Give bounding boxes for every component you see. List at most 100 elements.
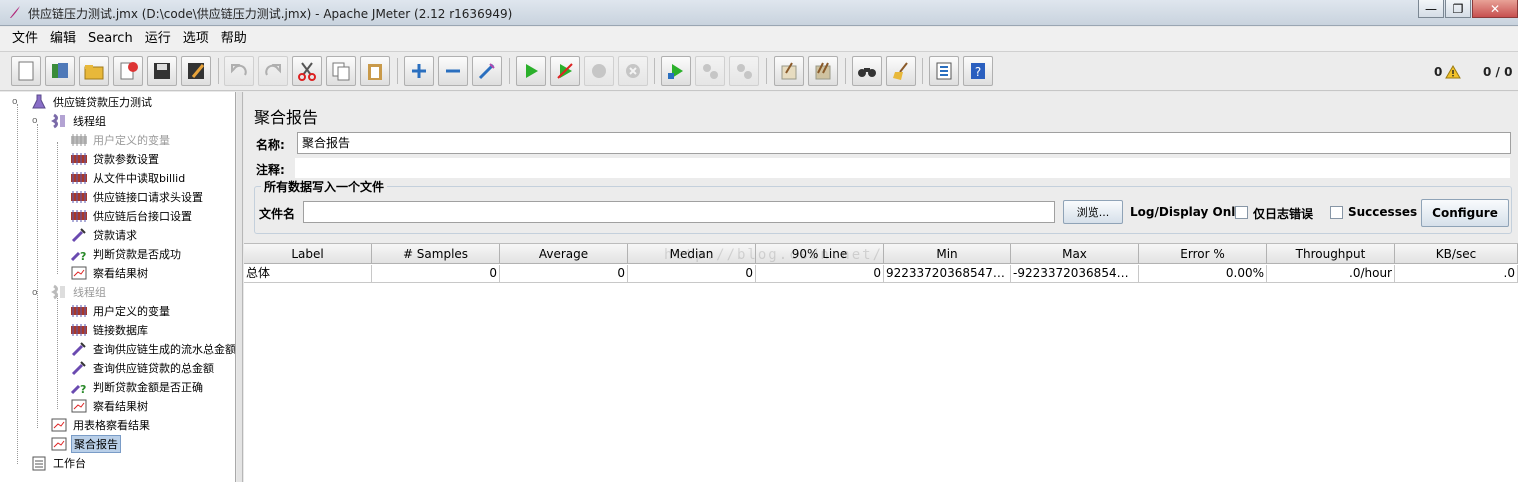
undo-button[interactable] — [224, 56, 254, 86]
thread-group-icon — [50, 284, 68, 300]
cell-kb-sec: .0 — [1395, 265, 1518, 283]
column-header-max[interactable]: Max — [1011, 244, 1139, 264]
scissors-icon — [298, 62, 316, 81]
column-header-kb-sec[interactable]: KB/sec — [1395, 244, 1518, 264]
comment-field[interactable] — [294, 157, 1511, 179]
paste-button[interactable] — [360, 56, 390, 86]
listener-graph-icon — [70, 398, 88, 414]
tree-node-aggregate-report[interactable]: 聚合报告 — [50, 435, 121, 453]
play-icon — [526, 64, 538, 78]
save-as-icon — [188, 63, 205, 79]
save-button[interactable] — [147, 56, 177, 86]
name-field[interactable]: 聚合报告 — [297, 132, 1511, 154]
close-button[interactable]: ✕ — [1472, 0, 1518, 18]
tree-node-results-tree-1[interactable]: 察看结果树 — [70, 264, 150, 282]
tree-node-db-connection[interactable]: 链接数据库 — [70, 321, 150, 339]
start-button[interactable] — [516, 56, 546, 86]
shutdown-icon — [626, 64, 640, 78]
help-button[interactable]: ? — [963, 56, 993, 86]
shutdown-button[interactable] — [618, 56, 648, 86]
tree-node-workbench[interactable]: 工作台 — [30, 454, 88, 472]
column-header-throughput[interactable]: Throughput — [1267, 244, 1395, 264]
tree-node-loan-request[interactable]: 贷款请求 — [70, 226, 139, 244]
tree-node-header-settings[interactable]: 供应链接口请求头设置 — [70, 188, 205, 206]
tree-node-thread-group-2[interactable]: 线程组 — [50, 283, 108, 301]
menu-options[interactable]: 选项 — [177, 28, 215, 50]
tree-node-user-variables[interactable]: 用户定义的变量 — [70, 131, 172, 149]
cut-button[interactable] — [292, 56, 322, 86]
toolbar-separator — [218, 58, 219, 84]
warning-icon[interactable] — [1445, 65, 1461, 79]
configure-button[interactable]: Configure — [1421, 199, 1509, 227]
open-button[interactable] — [79, 56, 109, 86]
listener-graph-icon — [50, 436, 68, 452]
tree-node-loan-params[interactable]: 贷款参数设置 — [70, 150, 161, 168]
function-helper-button[interactable] — [929, 56, 959, 86]
window-title: 供应链压力测试.jmx (D:\code\供应链压力测试.jmx) - Apac… — [28, 7, 513, 21]
close-file-button[interactable] — [113, 56, 143, 86]
save-as-button[interactable] — [181, 56, 211, 86]
tree-label: 供应链接口请求头设置 — [93, 191, 203, 204]
close-file-icon — [120, 62, 138, 80]
aggregate-report-panel: 聚合报告 名称: 聚合报告 注释: 所有数据写入一个文件 文件名 浏览... L… — [244, 92, 1518, 482]
errors-only-label[interactable]: 仅日志错误 — [1253, 205, 1313, 222]
root-expand-toggle[interactable]: o — [12, 97, 22, 107]
reset-search-button[interactable] — [886, 56, 916, 86]
tree-node-query-flow-total[interactable]: 查询供应链生成的流水总金额 — [70, 340, 235, 358]
tree-node-test-plan[interactable]: 供应链贷款压力测试 — [30, 93, 154, 111]
tree-node-results-tree-2[interactable]: 察看结果树 — [70, 397, 150, 415]
templates-button[interactable] — [45, 56, 75, 86]
column-header-min[interactable]: Min — [884, 244, 1011, 264]
pane-splitter[interactable] — [237, 92, 243, 482]
tree-node-backend-settings[interactable]: 供应链后台接口设置 — [70, 207, 194, 225]
menu-edit[interactable]: 编辑 — [44, 28, 82, 50]
column-header-samples[interactable]: # Samples — [372, 244, 500, 264]
menu-help[interactable]: 帮助 — [215, 28, 253, 50]
browse-button[interactable]: 浏览... — [1063, 200, 1123, 224]
remote-start-button[interactable] — [661, 56, 691, 86]
stop-button[interactable] — [584, 56, 614, 86]
svg-text:?: ? — [80, 383, 86, 395]
tree-node-read-billid[interactable]: 从文件中读取billid — [70, 169, 187, 187]
column-header-90-line[interactable]: 90% Line — [756, 244, 884, 264]
cell-samples: 0 — [372, 265, 500, 283]
expand-button[interactable] — [404, 56, 434, 86]
clear-button[interactable] — [774, 56, 804, 86]
tree-node-thread-group-1[interactable]: 线程组 — [50, 112, 108, 130]
filename-input[interactable] — [303, 201, 1055, 223]
column-header-error[interactable]: Error % — [1139, 244, 1267, 264]
menu-search[interactable]: Search — [82, 28, 139, 50]
column-header-average[interactable]: Average — [500, 244, 628, 264]
errors-only-checkbox[interactable] — [1235, 206, 1248, 219]
menu-file[interactable]: 文件 — [6, 28, 44, 50]
collapse-button[interactable] — [438, 56, 468, 86]
play-no-pause-icon — [557, 63, 573, 79]
remote-stop-button[interactable] — [695, 56, 725, 86]
tree-node-assert-amount[interactable]: ? 判断贷款金额是否正确 — [70, 378, 205, 396]
tree-node-assert-success[interactable]: ? 判断贷款是否成功 — [70, 245, 183, 263]
search-button[interactable] — [852, 56, 882, 86]
group2-expand-toggle[interactable]: o — [32, 288, 42, 298]
remote-shutdown-button[interactable] — [729, 56, 759, 86]
copy-button[interactable] — [326, 56, 356, 86]
tree-node-query-loan-total[interactable]: 查询供应链贷款的总金额 — [70, 359, 216, 377]
test-plan-tree[interactable]: o 供应链贷款压力测试 o 线程组 用户定义的变量 贷款参数设置 从文件中读取b… — [0, 92, 236, 482]
minimize-button[interactable]: — — [1418, 0, 1444, 18]
maximize-button[interactable]: ❐ — [1445, 0, 1471, 18]
toolbar-separator — [922, 58, 923, 84]
toggle-button[interactable] — [472, 56, 502, 86]
tree-connector — [17, 104, 18, 464]
clear-all-button[interactable] — [808, 56, 838, 86]
start-no-pauses-button[interactable] — [550, 56, 580, 86]
successes-checkbox[interactable] — [1330, 206, 1343, 219]
redo-button[interactable] — [258, 56, 288, 86]
tree-node-table-results[interactable]: 用表格察看结果 — [50, 416, 152, 434]
menu-run[interactable]: 运行 — [139, 28, 177, 50]
column-header-label[interactable]: Label — [244, 244, 372, 264]
group1-expand-toggle[interactable]: o — [32, 116, 42, 126]
new-button[interactable] — [11, 56, 41, 86]
column-header-median[interactable]: Median — [628, 244, 756, 264]
table-row[interactable]: 总体 0 0 0 0 9223372036854775... -92233720… — [244, 265, 1518, 283]
tree-node-user-variables-2[interactable]: 用户定义的变量 — [70, 302, 172, 320]
successes-label[interactable]: Successes — [1348, 205, 1417, 219]
